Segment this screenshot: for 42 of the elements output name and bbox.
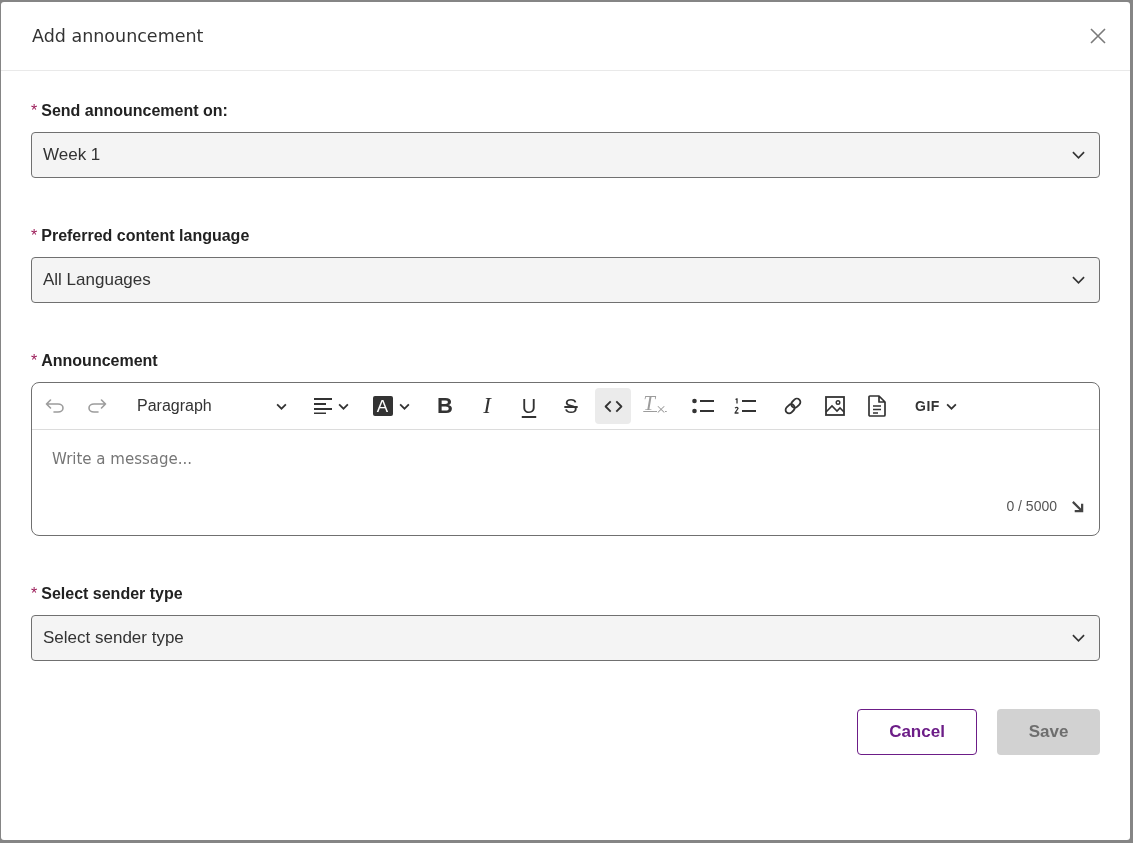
dropdown-field[interactable]: Week 1 (31, 132, 1100, 178)
document-icon (868, 395, 886, 417)
caret-icon (337, 402, 349, 410)
caret-icon (945, 402, 957, 410)
required-mark: * (31, 102, 38, 120)
align-left-icon (313, 398, 332, 414)
close-icon (1090, 28, 1106, 44)
resize-icon[interactable] (1071, 499, 1084, 513)
code-button[interactable] (595, 388, 631, 424)
message-field[interactable]: Write a message... (32, 430, 1099, 485)
character-counter: 0 / 5000 (1006, 498, 1057, 514)
underline-button[interactable]: U (511, 388, 547, 424)
bulleted-list-icon (692, 398, 714, 414)
chevron-down-icon (1072, 634, 1085, 642)
text-color-button[interactable]: A (367, 388, 415, 424)
dialog-title: Add announcement (32, 26, 204, 46)
undo-icon (45, 399, 65, 413)
caret-icon (398, 402, 410, 410)
cancel-button[interactable]: Cancel (857, 709, 977, 755)
dropdown-field[interactable]: All Languages (31, 257, 1100, 303)
paragraph-style-dropdown[interactable]: Paragraph (127, 388, 295, 424)
field-label: Select sender type (41, 585, 183, 603)
gif-button[interactable]: GIF (907, 388, 965, 424)
field-label: Send announcement on: (41, 102, 228, 120)
bold-button[interactable]: B (427, 388, 463, 424)
close-button[interactable] (1090, 28, 1106, 44)
image-icon (825, 396, 845, 416)
redo-icon (87, 399, 107, 413)
italic-button[interactable]: I (469, 388, 505, 424)
field-label: Announcement (41, 352, 158, 370)
dropdown-field[interactable]: Select sender type (31, 615, 1100, 661)
numbered-list-icon (734, 398, 756, 414)
chevron-down-icon (1072, 151, 1085, 159)
caret-icon (276, 402, 287, 410)
code-icon (603, 399, 623, 413)
required-mark: * (31, 227, 38, 245)
chevron-down-icon (1072, 276, 1085, 284)
required-mark: * (31, 585, 38, 603)
required-mark: * (31, 352, 38, 370)
field-label: Preferred content language (41, 227, 250, 245)
strikethrough-button[interactable]: S (553, 388, 589, 424)
link-icon (783, 396, 803, 416)
